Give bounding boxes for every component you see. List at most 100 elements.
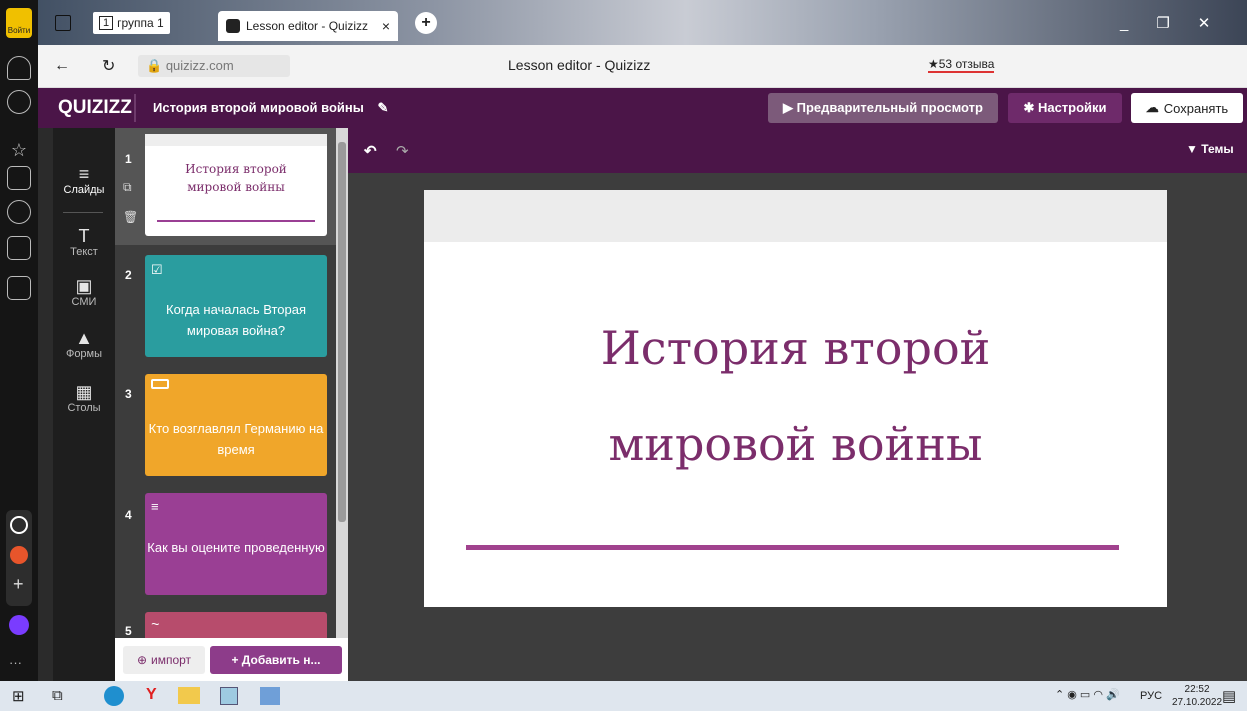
edge-icon[interactable] <box>104 686 124 706</box>
slide-title-line-1: История второй <box>600 321 991 375</box>
cloud-icon: ☁ <box>1145 100 1159 115</box>
add-slide-button[interactable]: + Добавить н... <box>210 646 342 674</box>
theme-icon: ▼ <box>1186 142 1198 156</box>
slide-accent-line[interactable] <box>466 545 1119 550</box>
screenshot-icon[interactable] <box>7 276 31 300</box>
tool-label: СМИ <box>71 296 97 308</box>
bookmarks-icon[interactable]: ☆ <box>7 140 31 164</box>
slide-number: 3 <box>125 387 132 401</box>
slide-title[interactable]: История второй мировой войны <box>424 300 1167 492</box>
canvas-toolbar: ↶ ↷ ▼ Темы <box>348 128 1247 173</box>
open-ended-icon <box>151 379 169 389</box>
new-tab-icon[interactable]: + <box>415 12 437 34</box>
lesson-title-group[interactable]: История второй мировой войны ✎ <box>153 100 388 116</box>
tool-label: Столы <box>67 402 101 414</box>
preview-button[interactable]: ▶ Предварительный просмотр <box>768 93 998 123</box>
settings-button[interactable]: ✱ Настройки <box>1008 93 1122 123</box>
browser-tab-strip: 1 группа 1 Lesson editor - Quizizz × + _… <box>0 0 1247 45</box>
close-tab-icon[interactable]: × <box>382 18 390 34</box>
scroll-thumb[interactable] <box>338 142 346 522</box>
import-label: импорт <box>151 653 192 667</box>
tool-label: Слайды <box>63 184 105 196</box>
language-indicator[interactable]: РУС <box>1140 690 1162 702</box>
slide-card-4[interactable]: ≡ Как вы оцените проведенную <box>145 493 327 595</box>
slide-number: 5 <box>125 624 132 638</box>
tray-icons[interactable]: ⌃ ◉ ▭ ◠ 🔊 <box>1055 688 1120 701</box>
app-alice-icon[interactable] <box>10 516 28 534</box>
profile-button[interactable]: Войти <box>6 8 32 38</box>
history-icon[interactable] <box>7 90 31 114</box>
group-tab[interactable]: 1 группа 1 <box>93 12 170 34</box>
back-icon[interactable]: ← <box>54 57 70 75</box>
slide-header-band <box>424 190 1167 242</box>
editor-header: QUIZIZZ История второй мировой войны ✎ ▶… <box>38 88 1247 128</box>
slides-scrollbar[interactable] <box>336 128 348 638</box>
slide-card-text: История второй мировой войны <box>185 162 287 194</box>
calendar-icon[interactable] <box>7 236 31 260</box>
clock-time: 22:52 <box>1184 684 1210 695</box>
task-view-icon[interactable]: ⧉ <box>52 687 63 704</box>
undo-icon[interactable]: ↶ <box>364 142 377 160</box>
redo-icon[interactable]: ↷ <box>396 142 409 160</box>
url-text: quizizz.com <box>165 58 234 73</box>
app-mail-icon[interactable] <box>10 546 28 564</box>
apps-panel: + <box>6 510 32 606</box>
notifications-icon[interactable] <box>7 56 31 80</box>
yandex-browser-icon[interactable]: Y <box>146 686 157 704</box>
shapes-icon: ▲ <box>75 328 93 348</box>
slides-bottom-bar: ⊕ импорт + Добавить н... <box>115 638 348 681</box>
play-icon[interactable] <box>7 200 31 224</box>
app-icon-2[interactable] <box>260 687 280 705</box>
start-icon[interactable]: ⊞ <box>12 687 25 705</box>
media-icon: ▣ <box>75 276 93 296</box>
checkbox-icon: ☑ <box>151 262 163 277</box>
slide-card-2[interactable]: ☑ Когда началась Вторая мировая война? <box>145 255 327 357</box>
browser-side-panel: Войти ☆ + ··· <box>0 0 38 681</box>
tool-slides[interactable]: ≡ Слайды <box>53 164 115 196</box>
reviews-link[interactable]: ★53 отзыва <box>928 57 995 73</box>
tables-icon: ▦ <box>75 382 93 402</box>
url-field[interactable]: 🔒 quizizz.com <box>138 55 290 77</box>
delete-icon[interactable]: 🗑 <box>123 210 138 224</box>
themes-button[interactable]: ▼ Темы <box>1186 142 1234 156</box>
minimize-icon[interactable]: _ <box>1120 15 1128 32</box>
draw-icon: ~ <box>151 616 160 632</box>
slide-card-3[interactable]: Кто возглавлял Германию на время <box>145 374 327 476</box>
clock[interactable]: 22:52 27.10.2022 <box>1172 683 1222 709</box>
save-button[interactable]: ☁ Сохранять <box>1131 93 1243 123</box>
tool-label: Текст <box>70 246 98 258</box>
tool-tables[interactable]: ▦ Столы <box>53 382 115 414</box>
restore-icon[interactable]: ❐ <box>1156 14 1169 32</box>
tool-shapes[interactable]: ▲ Формы <box>53 328 115 360</box>
alice-assistant-icon[interactable] <box>9 615 29 635</box>
import-button[interactable]: ⊕ импорт <box>123 646 205 674</box>
page-title: Lesson editor - Quizizz <box>508 57 651 73</box>
rail-divider <box>63 212 103 213</box>
close-window-icon[interactable]: ✕ <box>1198 14 1211 32</box>
active-tab[interactable]: Lesson editor - Quizizz × <box>218 11 398 41</box>
tool-label: Формы <box>65 348 103 360</box>
tool-media[interactable]: ▣ СМИ <box>53 276 115 308</box>
quizizz-favicon-icon <box>226 19 240 33</box>
add-app-icon[interactable]: + <box>13 574 24 595</box>
collections-icon[interactable] <box>7 166 31 190</box>
tool-text[interactable]: T Текст <box>53 226 115 258</box>
more-icon[interactable]: ··· <box>9 655 22 670</box>
reload-icon[interactable]: ↻ <box>102 56 115 76</box>
group-tab-label: группа 1 <box>117 16 164 30</box>
group-count: 1 <box>99 16 114 30</box>
file-explorer-icon[interactable] <box>178 687 200 704</box>
text-lines-icon: ≡ <box>151 499 159 514</box>
lesson-title: История второй мировой войны <box>153 100 364 115</box>
tool-rail: ≡ Слайды T Текст ▣ СМИ ▲ Формы ▦ Столы <box>53 128 115 681</box>
windows-taskbar: ⊞ ⧉ Y ⌃ ◉ ▭ ◠ 🔊 РУС 22:52 27.10.2022 ▤ <box>0 681 1247 711</box>
home-tab-icon[interactable] <box>55 8 75 38</box>
slide-card-1[interactable]: История второй мировой войны <box>145 134 327 236</box>
duplicate-icon[interactable]: ⧉ <box>123 180 132 195</box>
notifications-tray-icon[interactable]: ▤ <box>1222 687 1236 705</box>
quizizz-logo[interactable]: QUIZIZZ <box>58 97 132 119</box>
header-divider <box>134 94 136 122</box>
app-icon-1[interactable] <box>220 687 238 705</box>
slide-card-line <box>157 220 315 222</box>
edit-pencil-icon[interactable]: ✎ <box>377 100 388 115</box>
